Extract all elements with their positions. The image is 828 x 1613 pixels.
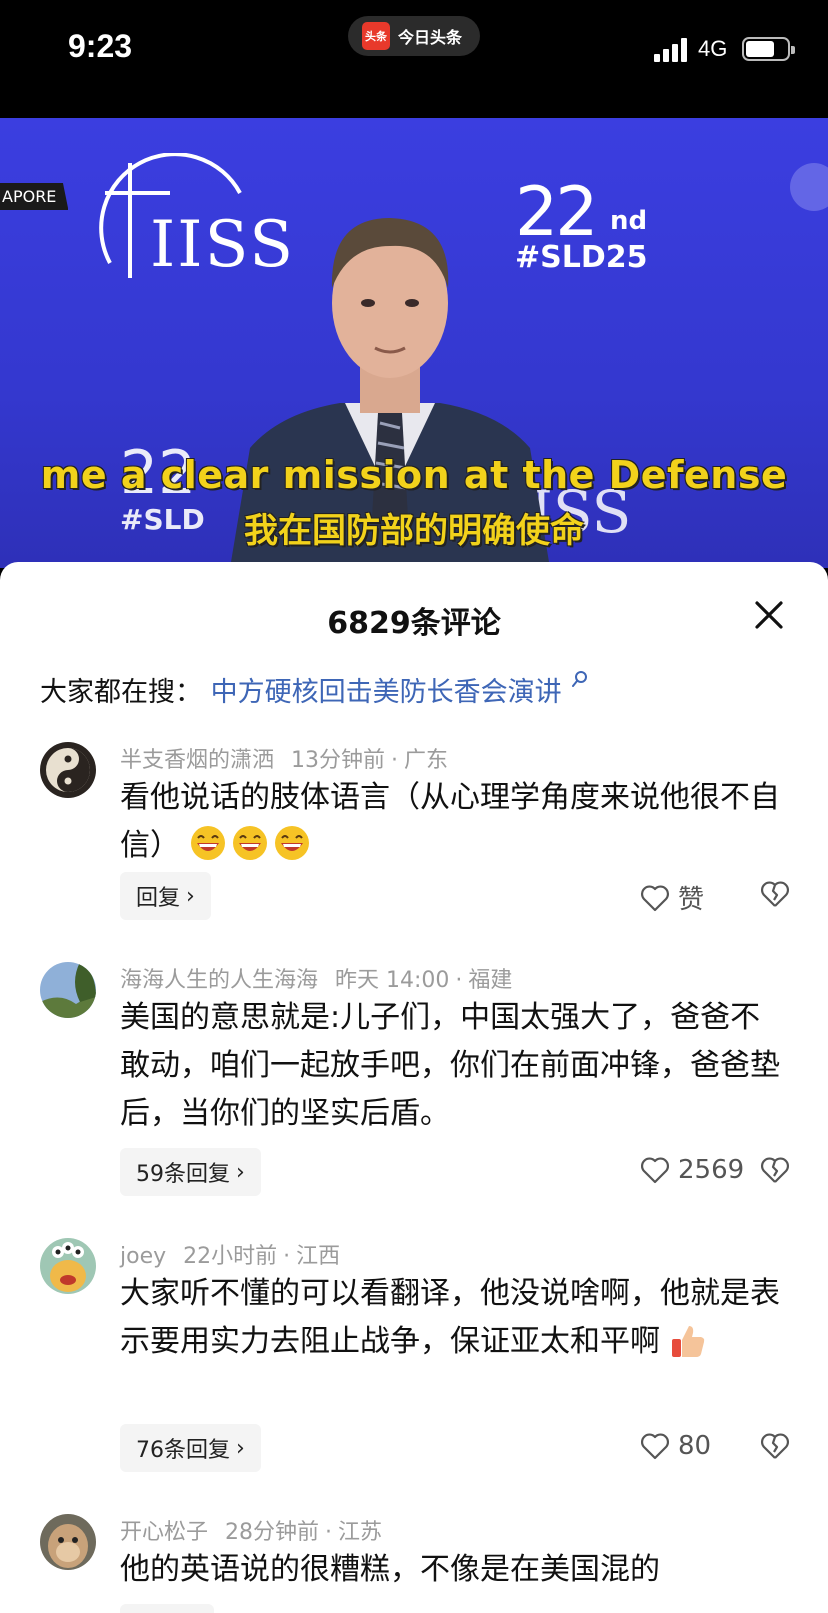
like-button[interactable]: 80 [640,1431,711,1461]
broken-heart-icon[interactable] [760,1432,790,1460]
like-button[interactable]: 赞 [640,879,704,916]
comment-item: joey 22小时前 · 江西 大家听不懂的可以看翻译，他没说啥啊，他就是表示要用实… [0,1228,828,1498]
comment-text: 他的英语说的很糟糕，不像是在美国混的 [120,1552,660,1587]
comment-time: 13分钟前 [291,748,386,773]
comment-meta: 半支香烟的潇洒 13分钟前 · 广东 [120,748,449,773]
trending-search-row: 大家都在搜： 中方硬核回击美防长香会演讲 [40,670,590,709]
comment-location: 福建 [468,968,513,993]
toutiao-logo-icon: 头条 [362,22,390,50]
caption-chinese: 我在国防部的明确使命 [244,511,584,551]
comment-sheet: 6829条评论 大家都在搜： 中方硬核回击美防长香会演讲 半支香烟的潇洒 13分… [0,562,828,1613]
broken-heart-icon[interactable] [760,1156,790,1184]
channel-logo-icon [790,163,828,211]
comment-item: 海海人生的人生海海 昨天 14:00 · 福建 美国的意思就是:儿子们，中国太强大了… [0,952,828,1222]
comment-location: 江苏 [338,1520,383,1545]
comment-item: 开心松子 28分钟前 · 江苏 他的英语说的很糟糕，不像是在美国混的 [0,1504,828,1613]
status-time: 9:23 [68,28,133,64]
trending-search-link[interactable]: 中方硬核回击美防长香会演讲 [211,677,562,708]
signal-icon [654,38,690,62]
avatar[interactable] [40,962,96,1018]
app-indicator-pill[interactable]: 头条 今日头条 [348,16,480,56]
thumbs-up-icon [671,1326,704,1357]
like-count: 80 [678,1431,712,1461]
status-bar: 9:23 头条 今日头条 4G [0,0,828,118]
comment-location: 江西 [296,1244,341,1269]
comment-text: 大家听不懂的可以看翻译，他没说啥啊，他就是表示要用实力去阻止战争，保证亚太和平啊 [120,1270,790,1366]
comment-meta: joey 22小时前 · 江西 [120,1244,341,1269]
comment-username[interactable]: 开心松子 [120,1520,208,1545]
laughing-emoji-icon [232,826,267,860]
comment-username[interactable]: joey [120,1244,166,1269]
chevron-right-icon: › [236,1435,245,1461]
reply-button[interactable]: 76条回复 › [120,1424,261,1472]
comment-meta: 开心松子 28分钟前 · 江苏 [120,1520,383,1545]
comment-time: 昨天 14:00 [335,968,450,993]
comment-username[interactable]: 海海人生的人生海海 [120,968,318,993]
reply-label: 76条回复 [136,1438,230,1463]
laughing-emoji-group [190,826,316,863]
comment-count-title: 6829条评论 [327,606,501,641]
heart-icon [641,1433,669,1460]
app-name: 今日头条 [398,28,463,47]
reply-label: 59条回复 [136,1162,230,1187]
like-button[interactable]: 2569 [640,1155,744,1185]
reply-button[interactable]: 59条回复 › [120,1148,261,1196]
like-label: 赞 [678,885,705,915]
trending-search-prefix: 大家都在搜： [40,677,202,708]
laughing-emoji-icon [190,826,225,860]
reply-label: 回复 [136,886,181,911]
avatar[interactable] [40,742,96,798]
chevron-right-icon: › [236,1159,245,1185]
comment-location: 广东 [404,748,449,773]
location-tag: APORE [0,183,69,210]
video-player[interactable]: APORE IISS 22 nd #SLD25 22 #SLD ISS me a… [0,118,828,568]
heart-icon [641,884,669,911]
search-icon[interactable] [572,670,590,690]
close-icon[interactable] [752,598,786,632]
caption-english: me a clear mission at the Defense [40,453,788,497]
comment-username[interactable]: 半支香烟的潇洒 [120,748,274,773]
comment-time: 22小时前 [183,1244,278,1269]
comment-text: 看他说话的肢体语言（从心理学角度来说他很不自信） [120,774,790,870]
reply-button[interactable] [120,1604,214,1613]
avatar[interactable] [40,1514,96,1570]
laughing-emoji-icon [274,826,309,860]
reply-button[interactable]: 回复 › [120,872,211,920]
heart-icon [641,1157,669,1184]
chevron-right-icon: › [186,883,195,909]
event-suffix: nd [610,206,648,236]
avatar[interactable] [40,1238,96,1294]
comment-text: 美国的意思就是:儿子们，中国太强大了，爸爸不敢动，咱们一起放手吧，你们在前面冲锋… [120,1000,780,1131]
battery-icon [742,37,795,61]
comment-time: 28分钟前 [225,1520,320,1545]
broken-heart-icon[interactable] [760,880,790,908]
network-type: 4G [698,36,728,61]
comment-meta: 海海人生的人生海海 昨天 14:00 · 福建 [120,968,513,993]
comment-item: 半支香烟的潇洒 13分钟前 · 广东 看他说话的肢体语言（从心理学角度来说他很不自信… [0,732,828,962]
like-count: 2569 [678,1155,745,1185]
